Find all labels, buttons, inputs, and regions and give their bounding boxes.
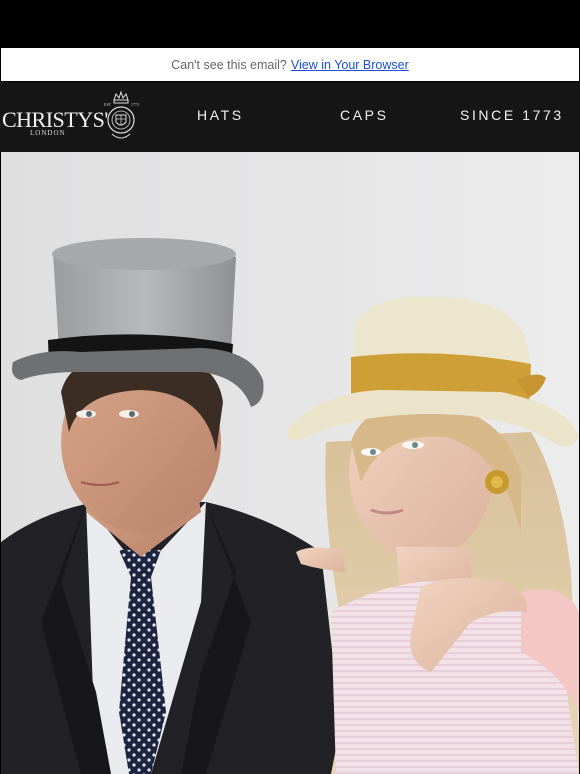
- nav-caps[interactable]: CAPS: [340, 107, 389, 123]
- header-nav: CHRISTYS' LONDON EST 1773 HATS CAPS SINC…: [0, 82, 580, 152]
- hero-photo-illustration: [1, 152, 579, 774]
- svg-text:EST: EST: [104, 102, 112, 107]
- royal-crest-icon: EST 1773: [104, 90, 139, 139]
- svg-text:1773: 1773: [131, 102, 139, 107]
- nav-hats[interactable]: HATS: [197, 107, 244, 123]
- hero-image[interactable]: [1, 152, 579, 774]
- brand-location: LONDON: [30, 129, 66, 137]
- view-in-browser-link[interactable]: View in Your Browser: [291, 58, 409, 72]
- view-in-browser-notice: Can't see this email? View in Your Brows…: [1, 48, 579, 81]
- top-black-bar: [0, 0, 580, 48]
- notice-text: Can't see this email?: [171, 57, 287, 72]
- nav-since-1773[interactable]: SINCE 1773: [460, 107, 564, 123]
- christys-logo[interactable]: CHRISTYS' LONDON EST 1773: [0, 82, 150, 152]
